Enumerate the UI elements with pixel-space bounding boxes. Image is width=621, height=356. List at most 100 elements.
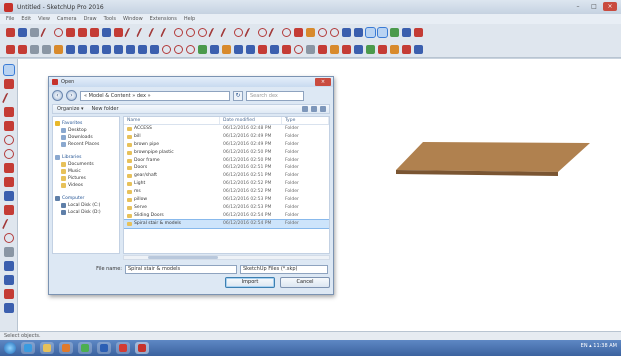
rotate-left-icon[interactable]	[3, 135, 14, 145]
nav-item-pictures[interactable]: Pictures	[55, 175, 117, 182]
rectangle-tool-icon[interactable]	[66, 28, 75, 37]
draw-curve-icon[interactable]	[159, 28, 174, 37]
entity-info-icon[interactable]	[378, 44, 387, 54]
paint-icon[interactable]	[3, 79, 14, 89]
organize-button[interactable]: Organize ▾	[57, 106, 84, 112]
maximize-button[interactable]: □	[587, 2, 601, 11]
iso-view-icon[interactable]	[6, 44, 15, 54]
play-icon[interactable]	[18, 28, 27, 37]
geo-location-icon[interactable]	[414, 44, 423, 54]
minimize-button[interactable]: –	[571, 2, 585, 11]
menu-draw[interactable]: Draw	[84, 16, 97, 22]
circle-tool-icon[interactable]	[78, 28, 87, 37]
back-button[interactable]: ‹	[52, 90, 63, 101]
position-camera-icon[interactable]	[377, 27, 388, 38]
taskbar-word[interactable]	[97, 342, 111, 354]
file-row[interactable]: Serve 06/12/2016 02:53 PM Folder	[124, 204, 329, 212]
menu-window[interactable]: Window	[123, 16, 143, 22]
polygon-tool-icon[interactable]	[90, 28, 99, 37]
nav-item-documents[interactable]: Documents	[55, 161, 117, 168]
protractor-icon[interactable]	[258, 28, 267, 37]
new-folder-button[interactable]: New folder	[92, 106, 119, 112]
filename-input[interactable]: Spiral stair & models	[125, 264, 237, 274]
menu-camera[interactable]: Camera	[57, 16, 77, 22]
nav-item-favorites[interactable]: Favorites	[55, 120, 117, 127]
menu-tools[interactable]: Tools	[104, 16, 116, 22]
solid-split-icon[interactable]	[306, 44, 315, 54]
menu-extensions[interactable]: Extensions	[150, 16, 177, 22]
forward-button[interactable]: ›	[66, 90, 77, 101]
file-row[interactable]: Light 06/12/2016 02:52 PM Folder	[124, 180, 329, 188]
paint-bucket-icon[interactable]	[306, 28, 315, 37]
follow-me-left-icon[interactable]	[3, 177, 14, 187]
circle-outline-icon[interactable]	[198, 28, 207, 37]
file-row[interactable]: gear/shaft 06/12/2016 02:51 PM Folder	[124, 172, 329, 180]
add-detail-icon[interactable]	[246, 44, 255, 54]
file-row[interactable]: bill 06/12/2016 02:49 PM Folder	[124, 133, 329, 141]
help-icon[interactable]	[320, 106, 326, 112]
freehand-tool-icon[interactable]	[123, 28, 138, 37]
smoove-icon[interactable]	[210, 44, 219, 54]
section-plane-icon[interactable]	[342, 28, 351, 37]
column-date-modified[interactable]: Date modified	[220, 117, 282, 124]
menu-edit[interactable]: Edit	[21, 16, 31, 22]
arc-tool-icon[interactable]	[54, 28, 63, 37]
tape-left-icon[interactable]	[3, 191, 14, 201]
walk-left-icon[interactable]	[3, 275, 14, 285]
scenes-icon[interactable]	[342, 44, 351, 54]
solid-subtract-icon[interactable]	[282, 44, 291, 54]
nav-item-desktop[interactable]: Desktop	[55, 127, 117, 134]
look-left-icon[interactable]	[3, 303, 14, 313]
right-view-icon[interactable]	[42, 44, 51, 54]
stamp-icon[interactable]	[222, 44, 231, 54]
close-button[interactable]: ×	[603, 2, 617, 11]
nav-item-recent-places[interactable]: Recent Places	[55, 141, 117, 148]
instructor-icon[interactable]	[402, 44, 411, 54]
column-name[interactable]: Name	[124, 117, 220, 124]
left-view-icon[interactable]	[66, 44, 75, 54]
zoom-extents-icon[interactable]	[330, 28, 339, 37]
monochrome-icon[interactable]	[150, 44, 159, 54]
shaded-icon[interactable]	[126, 44, 135, 54]
import-button[interactable]: Import	[225, 277, 275, 288]
file-row[interactable]: pillow 06/12/2016 02:53 PM Folder	[124, 196, 329, 204]
move-tool-icon[interactable]	[114, 28, 123, 37]
move-left-icon[interactable]	[3, 163, 14, 173]
nav-item-videos[interactable]: Videos	[55, 182, 117, 189]
outer-shell-icon[interactable]	[318, 44, 327, 54]
arc-left-icon[interactable]	[3, 149, 14, 159]
file-row[interactable]: brown pipe 06/12/2016 02:49 PM Folder	[124, 141, 329, 149]
taskbar-app[interactable]	[116, 342, 130, 354]
rotate-icon[interactable]	[186, 28, 195, 37]
preview-pane-icon[interactable]	[311, 106, 317, 112]
orbit-left-icon[interactable]	[3, 233, 14, 243]
taskbar-explorer[interactable]	[40, 342, 54, 354]
outliner-icon[interactable]	[390, 44, 399, 54]
line-tool-icon[interactable]	[39, 28, 54, 37]
file-row[interactable]: Doors 06/12/2016 02:51 PM Folder	[124, 164, 329, 172]
nav-item-computer[interactable]: Computer	[55, 195, 117, 202]
menu-file[interactable]: File	[6, 16, 14, 22]
offset-icon[interactable]	[207, 28, 222, 37]
dimension-icon[interactable]	[267, 28, 282, 37]
follow-me-icon[interactable]	[234, 28, 243, 37]
back-view-icon[interactable]	[54, 44, 63, 54]
nav-item-music[interactable]: Music	[55, 168, 117, 175]
file-row[interactable]: Door frame 06/12/2016 02:50 PM Folder	[124, 157, 329, 165]
solid-union-icon[interactable]	[270, 44, 279, 54]
refresh-button[interactable]: ↻	[233, 90, 243, 101]
taskbar-chrome[interactable]	[78, 342, 92, 354]
nav-item-libraries[interactable]: Libraries	[55, 154, 117, 161]
file-type-select[interactable]: SketchUp Files (*.skp)	[240, 264, 328, 274]
push-pull-icon[interactable]	[102, 28, 111, 37]
nav-item-disk-d[interactable]: Local Disk (D:)	[55, 209, 117, 216]
wireframe-icon[interactable]	[102, 44, 111, 54]
rectangle-icon[interactable]	[3, 107, 14, 117]
draw-line-icon[interactable]	[147, 28, 162, 37]
file-row[interactable]: Spiral stair & models 06/12/2016 02:54 PM…	[124, 218, 329, 229]
terrain-icon[interactable]	[198, 44, 207, 54]
select-tool-icon[interactable]	[6, 28, 15, 37]
menu-view[interactable]: View	[38, 16, 50, 22]
tape-measure-icon[interactable]	[243, 28, 258, 37]
line-icon[interactable]	[1, 93, 16, 103]
